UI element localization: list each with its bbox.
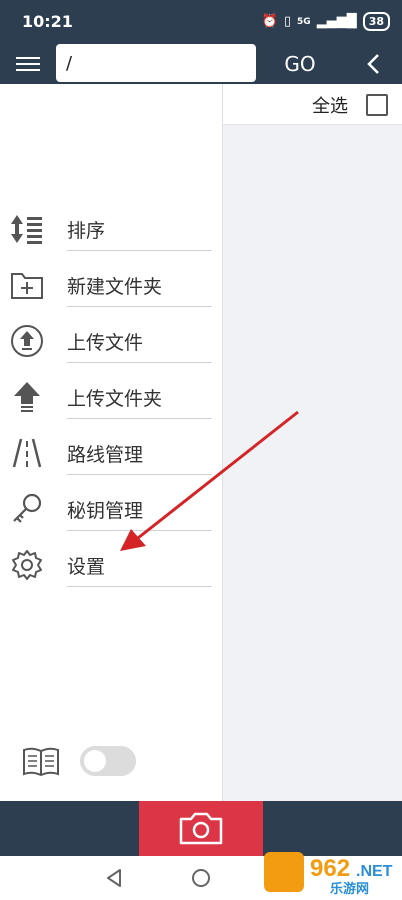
upload-folder-icon	[14, 382, 40, 412]
drawer-toggle[interactable]	[80, 746, 136, 776]
select-all-checkbox[interactable]	[366, 94, 388, 116]
signal-icon: ▂▄▆█	[316, 14, 357, 29]
upload-file-icon	[11, 325, 43, 357]
menu-item-label: 排序	[67, 218, 212, 251]
go-button[interactable]: GO	[270, 50, 330, 78]
camera-button[interactable]	[139, 801, 263, 856]
menu-item-new-folder[interactable]: 新建文件夹	[0, 260, 222, 316]
route-icon	[12, 438, 42, 468]
status-time: 10:21	[22, 12, 73, 31]
menu-item-key[interactable]: 秘钥管理	[0, 484, 222, 540]
side-drawer: 排序 新建文件夹 上传文件 上传文件夹 路线管理 秘钥管理 设置	[0, 84, 223, 801]
key-icon	[13, 493, 42, 523]
menu-item-route[interactable]: 路线管理	[0, 428, 222, 484]
battery-indicator: 38	[362, 12, 390, 31]
menu-item-label: 上传文件夹	[67, 386, 212, 419]
sort-icon	[11, 215, 42, 244]
menu-item-settings[interactable]: 设置	[0, 540, 222, 596]
menu-item-label: 路线管理	[67, 442, 212, 475]
back-button[interactable]	[360, 52, 388, 76]
menu-item-label: 新建文件夹	[67, 274, 212, 307]
menu-item-upload-folder[interactable]: 上传文件夹	[0, 372, 222, 428]
menu-item-label: 上传文件	[67, 330, 212, 363]
toggle-knob	[84, 750, 106, 772]
vibrate-icon: ▯	[283, 14, 292, 29]
path-input[interactable]	[56, 44, 256, 82]
app-bar: GO	[0, 44, 402, 84]
menu-button[interactable]	[14, 52, 42, 76]
menu-item-sort[interactable]: 排序	[0, 204, 222, 260]
hamburger-icon	[16, 57, 40, 71]
select-bar: 全选	[222, 84, 402, 125]
book-icon	[23, 747, 59, 777]
nav-back-icon[interactable]	[104, 868, 124, 888]
status-bar: 10:21 ⏰ ▯ 5G ▂▄▆█ 38	[0, 0, 402, 44]
gear-icon	[12, 550, 42, 580]
svg-text:乐游网: 乐游网	[330, 881, 369, 897]
chevron-left-icon	[367, 54, 379, 74]
menu-item-label: 设置	[67, 554, 212, 587]
menu-item-upload-file[interactable]: 上传文件	[0, 316, 222, 372]
new-folder-icon	[11, 273, 43, 299]
menu-item-label: 秘钥管理	[67, 498, 212, 531]
network-label: 5G	[297, 16, 311, 27]
watermark-logo: 962 .NET 乐游网	[264, 852, 393, 897]
alarm-icon: ⏰	[261, 14, 278, 29]
select-all-label: 全选	[312, 96, 348, 117]
svg-text:.NET: .NET	[356, 863, 393, 880]
nav-home-icon[interactable]	[191, 868, 211, 888]
camera-icon	[179, 812, 223, 845]
status-icons: ⏰ ▯ 5G ▂▄▆█ 38	[262, 12, 390, 31]
svg-text:962: 962	[310, 855, 350, 882]
